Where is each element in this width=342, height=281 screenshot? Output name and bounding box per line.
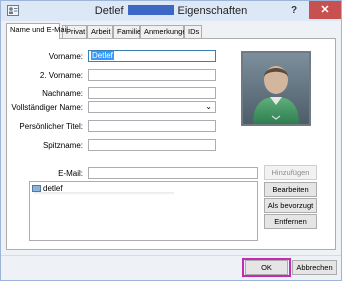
list-divider bbox=[34, 192, 174, 195]
set-preferred-button[interactable]: Als bevorzugt bbox=[264, 198, 317, 213]
mail-icon bbox=[32, 185, 41, 192]
contact-properties-dialog: Detlef Eigenschaften ? ✕ Name und E-Mail … bbox=[0, 0, 342, 281]
zweiter-vorname-label: 2. Vorname: bbox=[39, 71, 83, 80]
chevron-down-icon[interactable]: ⌄ bbox=[205, 102, 212, 112]
close-button[interactable]: ✕ bbox=[309, 1, 341, 19]
add-email-button[interactable]: Hinzufügen bbox=[264, 165, 317, 180]
spitzname-label: Spitzname: bbox=[42, 141, 83, 150]
cancel-button[interactable]: Abbrechen bbox=[292, 260, 337, 275]
spitzname-field[interactable] bbox=[88, 139, 216, 151]
email-input[interactable] bbox=[88, 167, 258, 179]
title-bar: Detlef Eigenschaften ? ✕ bbox=[1, 1, 341, 21]
vorname-label: Vorname: bbox=[48, 52, 83, 61]
tab-familie[interactable]: Familie bbox=[113, 25, 141, 38]
tab-name-und-email[interactable]: Name und E-Mail bbox=[6, 23, 68, 39]
redaction-block bbox=[127, 5, 174, 15]
window-title-name: Detlef bbox=[94, 5, 124, 17]
remove-email-button[interactable]: Entfernen bbox=[264, 214, 317, 229]
zweiter-vorname-field[interactable] bbox=[88, 69, 216, 81]
vollstaendiger-name-combobox[interactable]: ⌄ bbox=[88, 101, 216, 113]
titel-field[interactable] bbox=[88, 120, 216, 132]
edit-email-button[interactable]: Bearbeiten bbox=[264, 182, 317, 197]
nachname-label: Nachname: bbox=[42, 89, 83, 98]
tab-arbeit[interactable]: Arbeit bbox=[87, 25, 113, 38]
window-title-suffix: Eigenschaften bbox=[177, 5, 248, 17]
email-listbox[interactable]: detlef bbox=[29, 181, 258, 241]
vollstaendiger-name-label: Vollständiger Name: bbox=[11, 103, 83, 112]
ok-button[interactable]: OK bbox=[245, 260, 288, 275]
tab-ids[interactable]: IDs bbox=[184, 25, 202, 38]
help-button[interactable]: ? bbox=[287, 4, 301, 18]
contact-picture-button[interactable] bbox=[241, 51, 311, 126]
email-label: E-Mail: bbox=[58, 169, 83, 178]
footer-divider bbox=[1, 255, 341, 256]
tab-anmerkungen[interactable]: Anmerkungen bbox=[140, 25, 191, 38]
nachname-field[interactable] bbox=[88, 87, 216, 99]
user-avatar-icon bbox=[243, 53, 309, 124]
titel-label: Persönlicher Titel: bbox=[19, 122, 83, 131]
vorname-field[interactable]: Detlef bbox=[88, 50, 216, 62]
vorname-value: Detlef bbox=[91, 51, 114, 60]
